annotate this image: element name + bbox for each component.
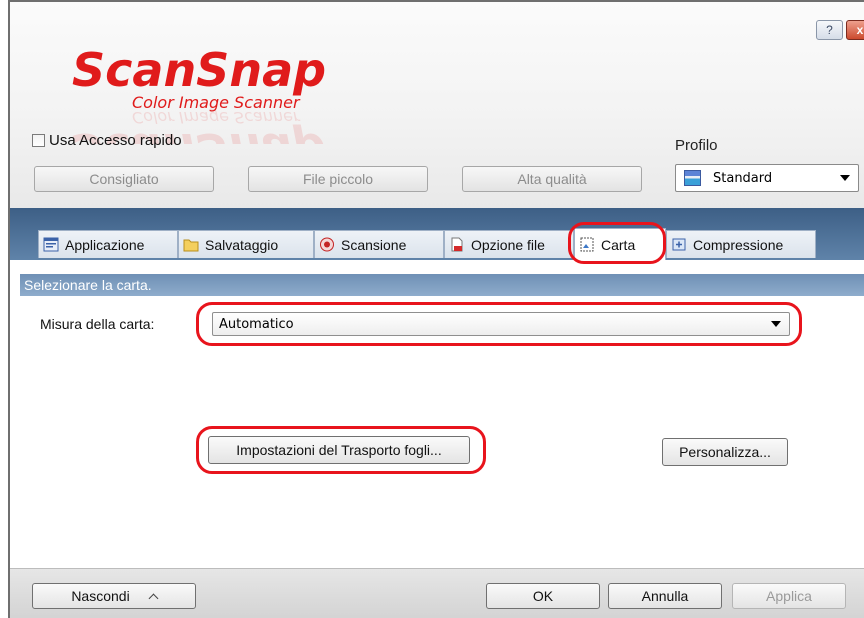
close-button[interactable]: x bbox=[846, 20, 864, 40]
tab-opzione-file[interactable]: Opzione file bbox=[444, 230, 574, 258]
preset-recommended-button[interactable]: Consigliato bbox=[34, 166, 214, 192]
chevron-up-icon bbox=[148, 593, 159, 604]
tab-salvataggio[interactable]: Salvataggio bbox=[178, 230, 314, 258]
dropdown-arrow-icon bbox=[771, 321, 781, 327]
tab-label: Scansione bbox=[341, 236, 407, 253]
quick-access-checkbox[interactable] bbox=[32, 134, 45, 147]
bottom-bar: Nascondi OK Annulla Applica bbox=[10, 568, 864, 618]
file-option-icon bbox=[451, 237, 463, 252]
folder-icon bbox=[183, 239, 199, 252]
section-header: Selezionare la carta. bbox=[20, 274, 864, 296]
logo-brand-text: ScanSnap bbox=[72, 44, 326, 97]
tab-applicazione[interactable]: Applicazione bbox=[38, 230, 178, 258]
tab-label: Compressione bbox=[693, 236, 784, 253]
tab-scansione[interactable]: Scansione bbox=[314, 230, 444, 258]
help-button[interactable]: ? bbox=[816, 20, 843, 40]
hide-button-label: Nascondi bbox=[71, 588, 130, 604]
customize-button[interactable]: Personalizza... bbox=[662, 438, 788, 466]
paper-icon bbox=[580, 237, 594, 252]
tab-label: Opzione file bbox=[471, 236, 545, 253]
paper-size-value: Automatico bbox=[219, 316, 294, 332]
ok-button[interactable]: OK bbox=[486, 583, 600, 609]
scan-icon bbox=[320, 237, 334, 252]
scansnap-settings-window: ? x ScanSnap Color Image Scanner ScanSna… bbox=[8, 0, 864, 618]
hide-button[interactable]: Nascondi bbox=[32, 583, 196, 609]
cancel-button[interactable]: Annulla bbox=[608, 583, 722, 609]
header-area: ? x ScanSnap Color Image Scanner ScanSna… bbox=[10, 2, 864, 208]
quick-access-label: Usa Accesso rapido bbox=[49, 132, 182, 149]
tab-label: Applicazione bbox=[65, 236, 145, 253]
preset-high-quality-button[interactable]: Alta qualità bbox=[462, 166, 642, 192]
paper-settings-panel: Selezionare la carta. Misura della carta… bbox=[10, 260, 864, 568]
tab-label: Carta bbox=[601, 236, 636, 253]
paper-size-dropdown[interactable]: Automatico bbox=[212, 312, 790, 336]
tab-compressione[interactable]: Compressione bbox=[666, 230, 816, 258]
quick-access-option[interactable]: Usa Accesso rapido bbox=[32, 132, 182, 149]
tab-carta[interactable]: Carta bbox=[574, 228, 666, 260]
carrier-sheet-settings-button[interactable]: Impostazioni del Trasporto fogli... bbox=[208, 436, 470, 464]
dropdown-arrow-icon bbox=[840, 175, 850, 181]
apply-button[interactable]: Applica bbox=[732, 583, 846, 609]
application-icon bbox=[43, 237, 59, 252]
profile-label: Profilo bbox=[675, 137, 718, 154]
preset-small-file-button[interactable]: File piccolo bbox=[248, 166, 428, 192]
scansnap-logo: ScanSnap Color Image Scanner ScanSnap Co… bbox=[72, 44, 326, 144]
profile-selected-value: Standard bbox=[713, 170, 773, 186]
tab-label: Salvataggio bbox=[205, 236, 279, 253]
profile-icon bbox=[684, 170, 701, 186]
profile-dropdown[interactable]: Standard bbox=[675, 164, 859, 192]
compression-icon bbox=[672, 238, 686, 251]
paper-size-label: Misura della carta: bbox=[40, 316, 155, 332]
svg-text:Color Image Scanner: Color Image Scanner bbox=[132, 108, 301, 127]
